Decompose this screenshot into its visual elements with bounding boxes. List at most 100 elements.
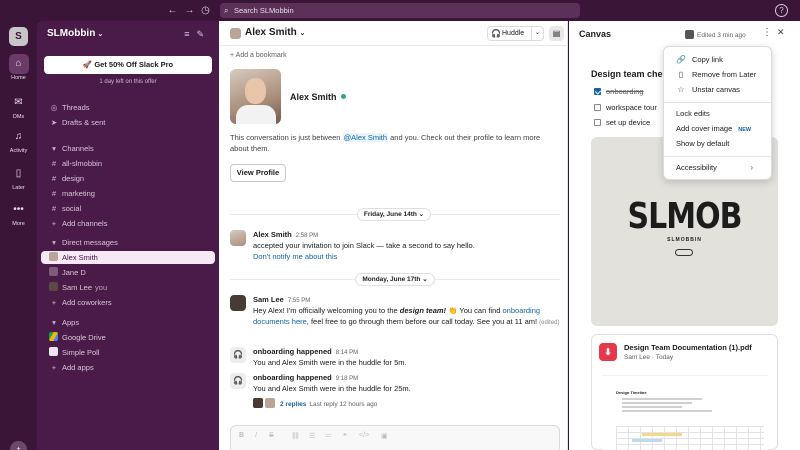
rail-activity[interactable]: ♫ Activity [0, 127, 37, 154]
profile-name[interactable]: Alex Smith [290, 92, 337, 102]
avatar[interactable] [230, 295, 246, 311]
rail-more[interactable]: ••• More [0, 200, 37, 227]
menu-item-show-by-default[interactable]: Show by default [664, 137, 771, 151]
avatar[interactable] [230, 230, 246, 246]
pdf-file-name[interactable]: Design Team Documentation (1).pdf [624, 343, 752, 352]
message-author[interactable]: Sam Lee 7:55 PM [253, 295, 310, 304]
message-time[interactable]: 7:55 PM [288, 298, 310, 304]
profile-photo[interactable] [230, 69, 281, 124]
sidebar-channel-marketing[interactable]: # marketing [41, 187, 215, 200]
sidebar-app-simple-poll[interactable]: Simple Poll [41, 346, 215, 359]
view-profile-button[interactable]: View Profile [230, 164, 286, 182]
add-channels-button[interactable]: + Add channels [41, 217, 215, 230]
rail-later[interactable]: ▯ Later [0, 164, 37, 191]
user-mention[interactable]: @Alex Smith [342, 133, 389, 142]
conversation-title[interactable]: Alex Smith ⌄ [245, 27, 305, 38]
checklist-item[interactable]: workspace tour [594, 103, 657, 112]
menu-item-lock-edits[interactable]: Lock edits [664, 107, 771, 121]
preview-line [622, 410, 712, 412]
pdf-attachment-card[interactable]: ⬇ Design Team Documentation (1).pdf Sam … [591, 334, 778, 450]
date-pill[interactable]: Friday, June 14th ⌄ [357, 208, 431, 221]
promo-button[interactable]: 🚀 Get 50% Off Slack Pro [44, 56, 212, 74]
sidebar-channel-social[interactable]: # social [41, 202, 215, 215]
sidebar-dm-alex-smith[interactable]: Alex Smith [41, 251, 215, 264]
code-block-icon[interactable]: ▣ [381, 432, 388, 440]
menu-item-remove-from-later[interactable]: ▯ Remove from Later [664, 68, 771, 82]
channel-header: Alex Smith ⌄ 🎧 Huddle ⌄ ▤ [219, 21, 568, 46]
canvas-heading[interactable]: Design team che [591, 69, 663, 79]
bold-icon[interactable]: B [239, 432, 244, 439]
workspace-name[interactable]: SLMobbin ⌄ [47, 28, 103, 39]
message-time[interactable]: 2:58 PM [296, 233, 318, 239]
hash-icon: # [51, 189, 57, 198]
pdf-preview[interactable]: Design Timeline [602, 375, 768, 450]
close-icon[interactable]: ✕ [777, 27, 785, 38]
message-author[interactable]: onboarding happened 8:14 PM [253, 347, 358, 356]
message-time[interactable]: 8:14 PM [336, 350, 358, 356]
canvas-toggle-icon[interactable]: ▤ [549, 26, 564, 41]
checkbox-checked[interactable] [594, 88, 601, 95]
italic-icon[interactable]: I [255, 432, 257, 439]
ordered-list-icon[interactable]: ☰ [309, 432, 315, 440]
caret-down-icon: ▾ [52, 144, 56, 153]
chevron-down-icon[interactable]: ⌄ [530, 27, 540, 40]
message-time[interactable]: 9:18 PM [336, 376, 358, 382]
rail-dms-label: DMs [12, 114, 25, 120]
date-label: Monday, June 17th [362, 276, 421, 283]
arrow-right-icon[interactable]: → [183, 4, 196, 17]
huddle-button[interactable]: 🎧 Huddle ⌄ [487, 26, 544, 41]
code-icon[interactable]: </> [359, 432, 369, 439]
menu-item-copy-link[interactable]: 🔗 Copy link [664, 53, 771, 67]
arrow-left-icon[interactable]: ← [166, 4, 179, 17]
message-author[interactable]: onboarding happened 9:18 PM [253, 373, 358, 382]
avatar [685, 30, 694, 39]
menu-item-label: Lock edits [676, 109, 710, 118]
sidebar-channel-all-slmobbin[interactable]: # all-slmobbin [41, 157, 215, 170]
add-apps-button[interactable]: + Add apps [41, 361, 215, 374]
sidebar-dm-sam-lee[interactable]: Sam Lee you [41, 281, 215, 294]
sidebar-app-google-drive[interactable]: Google Drive [41, 331, 215, 344]
checkbox[interactable] [594, 119, 601, 126]
filter-icon[interactable]: ≡ [184, 29, 196, 39]
strikethrough-icon[interactable]: S [269, 432, 274, 439]
message-author[interactable]: Alex Smith 2:58 PM [253, 230, 318, 239]
link-icon[interactable]: ⛓ [291, 432, 300, 440]
workspace-switcher[interactable]: S [9, 27, 28, 46]
dm-section-toggle[interactable]: ▾ Direct messages [41, 236, 215, 249]
rail-home[interactable]: ⌂ Home [0, 54, 37, 81]
star-icon: ☆ [677, 85, 685, 94]
message-composer[interactable]: B I S ⛓ ☰ ≔ ❝ </> ▣ [230, 425, 560, 450]
thread-replies[interactable]: 2 replies Last reply 12 hours ago [253, 398, 377, 408]
add-bookmark-button[interactable]: + Add a bookmark [230, 52, 287, 59]
user-avatar[interactable]: + [10, 441, 27, 450]
you-label: you [95, 283, 108, 292]
clock-icon[interactable]: ◷ [199, 4, 212, 17]
author-name: onboarding happened [253, 347, 332, 356]
dont-notify-link[interactable]: Don't notify me about this [253, 251, 563, 262]
help-icon[interactable]: ? [775, 4, 788, 17]
rail-dms[interactable]: ✉ DMs [0, 93, 37, 120]
compose-icon[interactable]: ✎ [196, 29, 211, 39]
sidebar-dm-jane-d[interactable]: Jane D [41, 266, 215, 279]
pdf-icon: ⬇ [599, 343, 617, 361]
menu-item-accessibility[interactable]: Accessibility › [664, 161, 771, 175]
apps-section-toggle[interactable]: ▾ Apps [41, 316, 215, 329]
checklist-item[interactable]: set up device [594, 118, 650, 127]
checklist-item[interactable]: onboarding [594, 87, 644, 96]
sidebar-channel-design[interactable]: # design [41, 172, 215, 185]
sidebar-item-threads[interactable]: ◎ Threads [41, 101, 215, 114]
menu-item-add-cover-image[interactable]: Add cover image NEW [664, 122, 771, 136]
sidebar-item-drafts[interactable]: ➤ Drafts & sent [41, 116, 215, 129]
add-coworkers-button[interactable]: + Add coworkers [41, 296, 215, 309]
menu-item-label: Add cover image [676, 124, 733, 133]
channels-section-toggle[interactable]: ▾ Channels [41, 142, 215, 155]
checkbox[interactable] [594, 104, 601, 111]
blockquote-icon[interactable]: ❝ [343, 432, 347, 440]
more-options-icon[interactable]: ⋮ [762, 27, 772, 38]
huddle-label: Huddle [502, 30, 525, 37]
app-label: Google Drive [62, 333, 106, 342]
search-input[interactable]: ⌕ Search SLMobbin [220, 3, 580, 18]
date-pill[interactable]: Monday, June 17th ⌄ [355, 273, 435, 286]
menu-item-unstar-canvas[interactable]: ☆ Unstar canvas [664, 83, 771, 97]
bullet-list-icon[interactable]: ≔ [325, 432, 332, 440]
